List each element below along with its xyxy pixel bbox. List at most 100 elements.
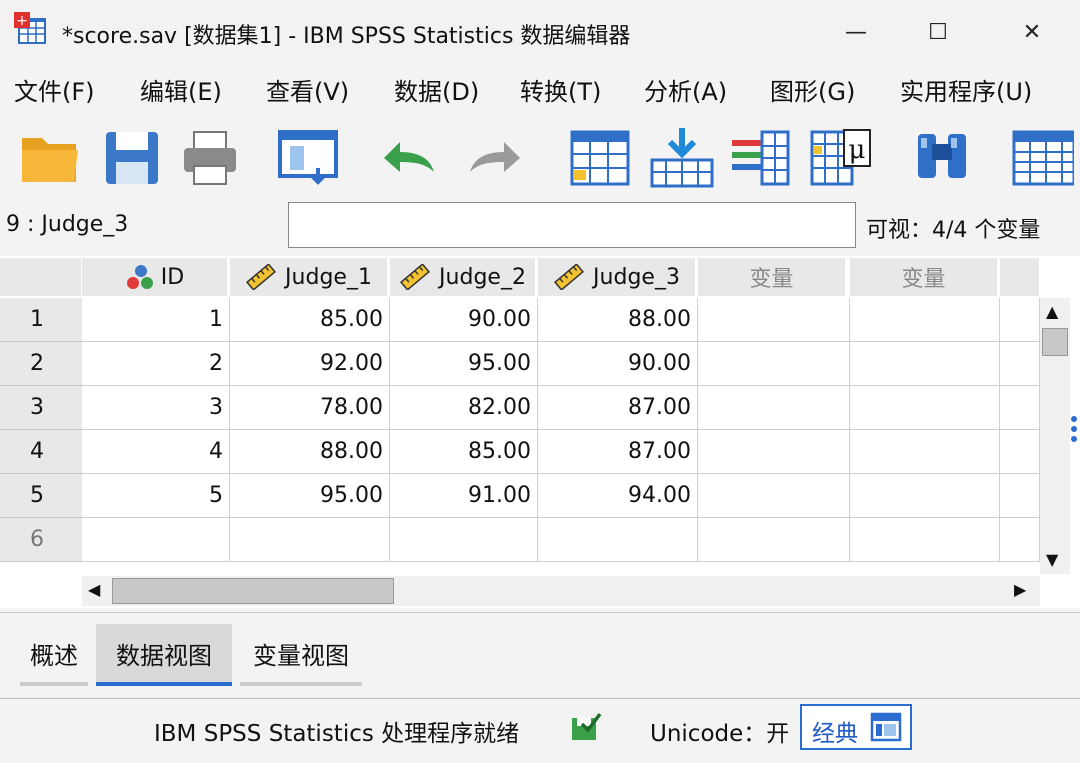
print-icon[interactable] — [178, 124, 242, 190]
column-header-empty[interactable]: 变量 — [698, 258, 846, 296]
recall-dialog-icon[interactable] — [276, 124, 340, 190]
menu-edit[interactable]: 编辑(E) — [140, 72, 222, 107]
svg-text:μ: μ — [849, 135, 866, 165]
data-cell[interactable] — [698, 518, 850, 562]
data-cell[interactable] — [1000, 518, 1040, 562]
row-header[interactable]: 6 — [0, 518, 82, 562]
svg-text:+: + — [16, 13, 28, 29]
data-cell[interactable] — [698, 342, 850, 386]
data-cell[interactable] — [1000, 474, 1040, 518]
tab-data-view[interactable]: 数据视图 — [96, 624, 232, 686]
menu-file[interactable]: 文件(F) — [14, 72, 95, 107]
data-cell[interactable] — [698, 298, 850, 342]
row-header[interactable]: 3 — [0, 386, 82, 430]
column-header-judge1[interactable]: Judge_1 — [230, 258, 388, 296]
data-cell[interactable] — [230, 518, 390, 562]
data-cell[interactable]: 94.00 — [538, 474, 698, 518]
tab-variable-view[interactable]: 变量视图 — [240, 624, 362, 686]
data-cell[interactable]: 1 — [82, 298, 230, 342]
menu-utilities[interactable]: 实用程序(U) — [900, 72, 1032, 107]
row-header[interactable]: 2 — [0, 342, 82, 386]
vertical-scroll-thumb[interactable] — [1042, 328, 1068, 356]
processor-status: IBM SPSS Statistics 处理程序就绪 — [154, 721, 520, 747]
menu-view[interactable]: 查看(V) — [266, 72, 349, 107]
data-cell[interactable] — [698, 430, 850, 474]
data-cell[interactable]: 87.00 — [538, 386, 698, 430]
data-cell[interactable]: 78.00 — [230, 386, 390, 430]
data-cell[interactable] — [698, 474, 850, 518]
row-header[interactable]: 4 — [0, 430, 82, 474]
scroll-up-icon[interactable]: ▲ — [1046, 302, 1058, 321]
ready-check-icon — [572, 712, 602, 740]
data-cell[interactable] — [1000, 298, 1040, 342]
open-folder-icon[interactable] — [18, 124, 82, 190]
horizontal-scrollbar[interactable]: ◀ ▶ — [82, 576, 1040, 606]
scale-ruler-icon — [246, 264, 277, 290]
column-header-id[interactable]: ID — [82, 258, 228, 296]
data-cell[interactable]: 90.00 — [390, 298, 538, 342]
data-cell[interactable] — [850, 430, 1000, 474]
data-cell[interactable]: 4 — [82, 430, 230, 474]
data-cell[interactable]: 85.00 — [230, 298, 390, 342]
data-cell[interactable]: 88.00 — [538, 298, 698, 342]
menu-data[interactable]: 数据(D) — [394, 72, 479, 107]
data-cell[interactable] — [1000, 342, 1040, 386]
split-handle-icon[interactable] — [1070, 414, 1078, 444]
column-header-judge2[interactable]: Judge_2 — [390, 258, 536, 296]
data-cell[interactable] — [850, 342, 1000, 386]
menu-graphs[interactable]: 图形(G) — [770, 72, 855, 107]
data-cell[interactable]: 88.00 — [230, 430, 390, 474]
variables-icon[interactable] — [728, 124, 792, 190]
tab-overview[interactable]: 概述 — [20, 624, 88, 686]
scroll-left-icon[interactable]: ◀ — [88, 580, 100, 599]
redo-icon[interactable] — [464, 124, 528, 190]
window-title: *score.sav [数据集1] - IBM SPSS Statistics … — [62, 24, 631, 49]
undo-icon[interactable] — [376, 124, 440, 190]
row-header[interactable]: 5 — [0, 474, 82, 518]
data-cell[interactable]: 90.00 — [538, 342, 698, 386]
data-cell[interactable]: 87.00 — [538, 430, 698, 474]
data-cell[interactable]: 95.00 — [230, 474, 390, 518]
classic-layout-icon — [870, 712, 902, 742]
goto-variable-icon[interactable] — [650, 124, 714, 190]
data-cell[interactable]: 82.00 — [390, 386, 538, 430]
grid-corner[interactable] — [0, 258, 82, 296]
data-cell[interactable] — [390, 518, 538, 562]
data-cell[interactable]: 91.00 — [390, 474, 538, 518]
data-cell[interactable] — [82, 518, 230, 562]
horizontal-scroll-thumb[interactable] — [112, 578, 394, 604]
column-header-judge3[interactable]: Judge_3 — [538, 258, 696, 296]
data-cell[interactable]: 92.00 — [230, 342, 390, 386]
data-cell[interactable] — [850, 386, 1000, 430]
menu-transform[interactable]: 转换(T) — [520, 72, 601, 107]
split-file-icon[interactable] — [1010, 124, 1074, 190]
find-icon[interactable] — [910, 124, 974, 190]
unicode-status: Unicode：开 — [650, 721, 790, 747]
data-cell[interactable] — [698, 386, 850, 430]
data-cell[interactable]: 95.00 — [390, 342, 538, 386]
maximize-button[interactable]: ☐ — [910, 10, 966, 54]
cell-value-input[interactable] — [288, 202, 856, 248]
row-header[interactable]: 1 — [0, 298, 82, 342]
menu-analyze[interactable]: 分析(A) — [644, 72, 727, 107]
column-header-partial[interactable] — [1000, 258, 1040, 296]
scroll-right-icon[interactable]: ▶ — [1014, 580, 1026, 599]
goto-case-icon[interactable] — [568, 124, 632, 190]
data-cell[interactable] — [850, 474, 1000, 518]
data-cell[interactable]: 5 — [82, 474, 230, 518]
data-cell[interactable]: 3 — [82, 386, 230, 430]
data-cell[interactable] — [850, 298, 1000, 342]
data-cell[interactable] — [850, 518, 1000, 562]
data-cell[interactable]: 2 — [82, 342, 230, 386]
data-cell[interactable] — [538, 518, 698, 562]
column-header-empty[interactable]: 变量 — [850, 258, 998, 296]
data-cell[interactable] — [1000, 430, 1040, 474]
close-button[interactable]: ✕ — [1004, 10, 1060, 54]
descriptive-stats-icon[interactable]: μ — [808, 124, 872, 190]
data-cell[interactable] — [1000, 386, 1040, 430]
save-icon[interactable] — [100, 124, 164, 190]
scroll-down-icon[interactable]: ▼ — [1046, 550, 1058, 569]
minimize-button[interactable]: — — [828, 10, 884, 54]
vertical-scrollbar[interactable]: ▲ ▼ — [1040, 298, 1070, 574]
data-cell[interactable]: 85.00 — [390, 430, 538, 474]
